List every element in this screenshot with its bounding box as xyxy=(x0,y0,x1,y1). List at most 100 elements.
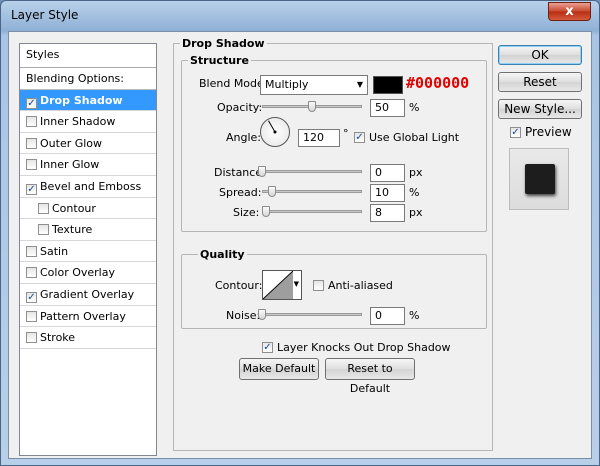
distance-input[interactable]: 0 xyxy=(370,164,405,182)
styles-items: Blending Options: Default✓Drop ShadowInn… xyxy=(20,68,156,349)
style-checkbox[interactable] xyxy=(26,116,37,128)
style-item-label: Bevel and Emboss xyxy=(40,179,142,193)
angle-label: Angle: xyxy=(226,131,262,144)
drop-shadow-title: Drop Shadow xyxy=(180,37,267,50)
reset-to-default-button[interactable]: Reset to Default xyxy=(325,358,415,395)
style-item-label: Inner Glow xyxy=(40,158,100,172)
angle-dial[interactable] xyxy=(260,117,290,147)
style-item[interactable]: Texture xyxy=(20,219,156,241)
preview-label: Preview xyxy=(525,125,572,139)
reset-button[interactable]: Reset xyxy=(498,72,582,92)
quality-group: Quality Contour: ▼ Anti-aliased Noise: 0… xyxy=(181,248,487,329)
style-item[interactable]: Satin xyxy=(20,241,156,263)
opacity-label: Opacity: xyxy=(217,101,263,114)
distance-unit: px xyxy=(409,166,423,179)
shadow-color-annotation: #000000 xyxy=(406,74,470,92)
noise-label: Noise: xyxy=(226,309,261,322)
style-item-label: Texture xyxy=(52,223,93,237)
distance-slider-track[interactable] xyxy=(262,170,362,173)
style-item-label: Satin xyxy=(40,244,69,258)
style-preview-thumbnail xyxy=(509,148,569,210)
style-checkbox[interactable]: ✓ xyxy=(26,183,37,195)
quality-title: Quality xyxy=(198,248,247,261)
spread-unit: % xyxy=(409,186,420,199)
make-default-button[interactable]: Make Default xyxy=(239,358,319,380)
styles-header[interactable]: Styles xyxy=(20,44,156,68)
dialog-client-area: Styles Blending Options: Default✓Drop Sh… xyxy=(8,31,592,459)
blend-mode-select[interactable]: Multiply ▼ xyxy=(260,75,368,95)
contour-picker[interactable]: ▼ xyxy=(262,270,302,300)
noise-input[interactable]: 0 xyxy=(370,307,405,325)
noise-slider-track[interactable] xyxy=(262,313,362,316)
style-item[interactable]: Outer Glow xyxy=(20,133,156,155)
style-item[interactable]: Inner Glow xyxy=(20,154,156,176)
noise-unit: % xyxy=(409,309,420,322)
structure-title: Structure xyxy=(188,54,251,67)
style-checkbox[interactable] xyxy=(38,224,49,236)
style-item[interactable]: Pattern Overlay xyxy=(20,306,156,328)
noise-slider-thumb[interactable] xyxy=(258,309,266,320)
style-checkbox[interactable] xyxy=(38,202,49,214)
style-item-label: Contour xyxy=(52,201,96,215)
style-checkbox[interactable] xyxy=(26,267,37,279)
structure-group: Structure Blend Mode: Multiply ▼ #000000… xyxy=(181,54,487,232)
size-slider-track[interactable] xyxy=(262,210,362,213)
style-item-label: Inner Shadow xyxy=(40,115,116,129)
knocks-out-label: Layer Knocks Out Drop Shadow xyxy=(277,341,451,354)
blend-mode-value: Multiply xyxy=(265,78,309,91)
style-checkbox[interactable] xyxy=(26,137,37,149)
contour-label: Contour: xyxy=(215,279,263,292)
angle-indicator xyxy=(268,120,277,134)
knocks-out-checkbox[interactable]: ✓ xyxy=(262,342,273,353)
preview-square xyxy=(525,164,555,194)
chevron-down-icon: ▼ xyxy=(356,80,363,89)
style-item[interactable]: Contour xyxy=(20,198,156,220)
style-checkbox[interactable]: ✓ xyxy=(26,291,37,303)
opacity-input[interactable]: 50 xyxy=(370,99,405,117)
close-button[interactable]: x xyxy=(548,2,591,21)
window-title: Layer Style xyxy=(11,8,79,22)
anti-aliased-checkbox[interactable] xyxy=(313,280,324,291)
style-item-label: Outer Glow xyxy=(40,136,103,150)
title-bar[interactable]: Layer Style x xyxy=(1,1,599,31)
style-item-label: Stroke xyxy=(40,331,76,345)
style-item[interactable]: ✓ Gradient Overlay xyxy=(20,284,156,306)
style-item[interactable]: Inner Shadow xyxy=(20,111,156,133)
style-item-label: Color Overlay xyxy=(40,266,115,280)
size-unit: px xyxy=(409,206,423,219)
spread-slider-thumb[interactable] xyxy=(268,186,276,197)
layer-style-dialog: Layer Style x Styles Blending Options: D… xyxy=(0,0,600,466)
opacity-unit: % xyxy=(409,101,420,114)
drop-shadow-panel: Drop Shadow Structure Blend Mode: Multip… xyxy=(173,37,493,451)
style-item[interactable]: Blending Options: Default xyxy=(20,68,156,106)
new-style-button[interactable]: New Style... xyxy=(498,99,582,119)
style-item[interactable]: ✓ Drop Shadow xyxy=(20,89,156,112)
shadow-color-swatch[interactable] xyxy=(373,76,403,94)
style-item-label: Gradient Overlay xyxy=(40,287,135,301)
style-item[interactable]: ✓ Bevel and Emboss xyxy=(20,176,156,198)
size-label: Size: xyxy=(233,206,260,219)
style-item[interactable]: Stroke xyxy=(20,327,156,349)
opacity-slider-thumb[interactable] xyxy=(308,101,316,112)
spread-slider-track[interactable] xyxy=(262,190,362,193)
style-item-label: Pattern Overlay xyxy=(40,309,126,323)
style-checkbox[interactable] xyxy=(26,159,37,171)
styles-list: Styles Blending Options: Default✓Drop Sh… xyxy=(19,43,157,456)
size-slider-thumb[interactable] xyxy=(262,206,270,217)
angle-unit: ° xyxy=(343,127,349,140)
preview-checkbox[interactable]: ✓ xyxy=(510,127,521,138)
ok-button[interactable]: OK xyxy=(498,45,582,65)
style-item-label: Drop Shadow xyxy=(40,93,123,107)
use-global-light-label: Use Global Light xyxy=(369,131,460,144)
size-input[interactable]: 8 xyxy=(370,204,405,222)
style-checkbox[interactable] xyxy=(26,310,37,322)
style-checkbox[interactable] xyxy=(26,245,37,257)
spread-label: Spread: xyxy=(219,186,262,199)
style-checkbox[interactable] xyxy=(26,332,37,344)
angle-input[interactable]: 120 xyxy=(298,129,340,147)
use-global-light-checkbox[interactable]: ✓ xyxy=(354,132,365,143)
distance-slider-thumb[interactable] xyxy=(258,166,266,177)
style-checkbox[interactable]: ✓ xyxy=(26,97,37,109)
spread-input[interactable]: 10 xyxy=(370,184,405,202)
style-item[interactable]: Color Overlay xyxy=(20,262,156,284)
